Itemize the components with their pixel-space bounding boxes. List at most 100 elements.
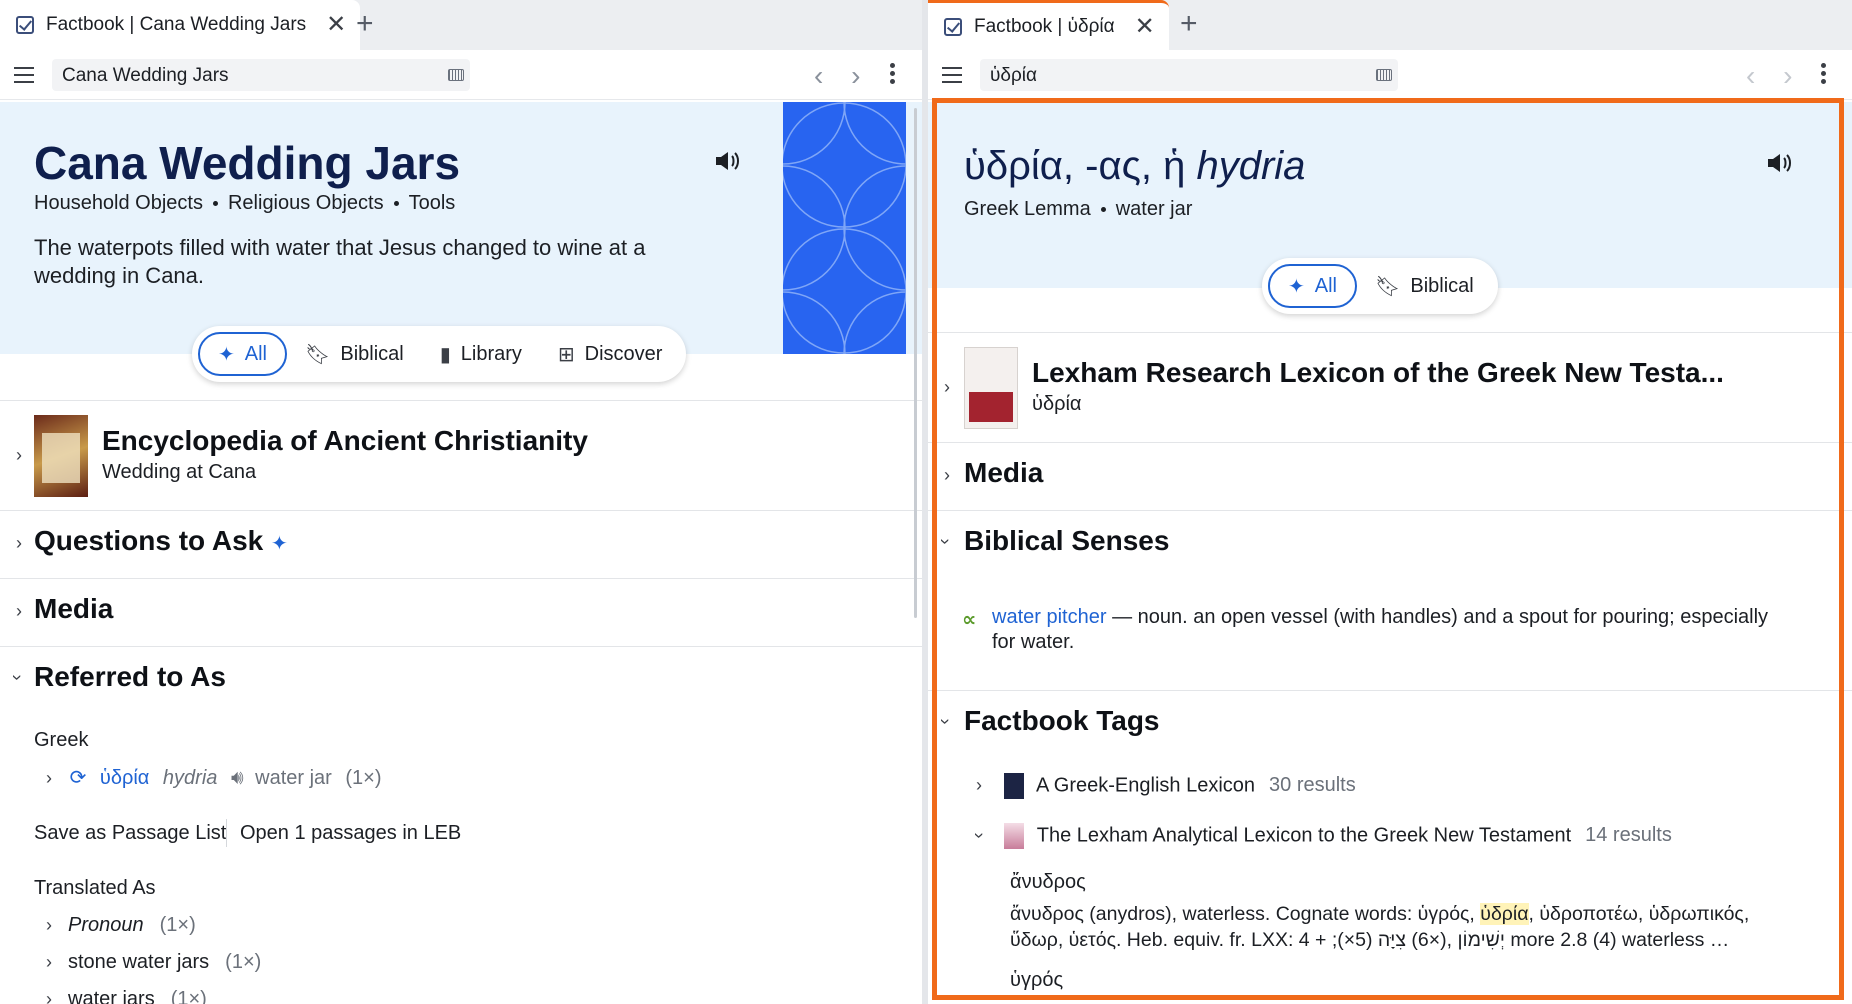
lexicon-section[interactable]: › Lexham Research Lexicon of the Greek N… (928, 332, 1852, 442)
category-row: Household Objects Religious Objects Tools (34, 192, 455, 215)
book-cover-icon (34, 415, 88, 497)
tab-factbook-cana[interactable]: Factbook | Cana Wedding Jars ✕ (0, 0, 361, 50)
encyclopedia-title[interactable]: Encyclopedia of Ancient Christianity (102, 425, 588, 457)
close-icon[interactable]: ✕ (1135, 14, 1155, 39)
category-tools[interactable]: Tools (409, 192, 456, 214)
questions-title: Questions to Ask ✦ (34, 525, 288, 556)
lexicon-title[interactable]: Lexham Research Lexicon of the Greek New… (1032, 357, 1724, 389)
chevron-down-icon[interactable]: › (935, 719, 956, 725)
more-options-icon[interactable] (890, 63, 895, 87)
sense-icon: ∝ (962, 609, 977, 631)
hero-pattern (783, 102, 906, 354)
referred-title: Referred to As (34, 661, 226, 692)
chevron-down-icon[interactable]: › (7, 675, 28, 681)
speaker-icon[interactable] (714, 150, 740, 178)
category-row: Greek Lemma water jar (964, 198, 1192, 221)
media-title: Media (964, 457, 1044, 488)
chevron-down-icon[interactable]: › (969, 833, 990, 839)
menu-icon[interactable] (14, 67, 34, 83)
speaker-icon[interactable] (1766, 152, 1792, 180)
lexicon-link[interactable]: ὑδρία (1032, 393, 1081, 416)
tab-title: Factbook | ὑδρία (974, 15, 1115, 37)
bookmark-icon: 🔖︎ (1375, 275, 1401, 298)
greek-label: Greek (34, 729, 89, 751)
address-text: Cana Wedding Jars (62, 65, 229, 86)
save-passage-list-link[interactable]: Save as Passage List (34, 822, 226, 845)
greek-word[interactable]: ὑδρία (100, 767, 149, 789)
sparkle-icon: ✦ (271, 533, 288, 555)
address-input[interactable]: ὑδρία (980, 59, 1398, 91)
checkbox-icon (16, 16, 34, 34)
back-forward-icon[interactable]: ‹ › (814, 60, 870, 92)
greek-row[interactable]: › ⟳ ὑδρία hydria 🔊︎ water jar (1×) (46, 765, 382, 790)
book-cover-icon (1003, 773, 1024, 799)
tab-title: Factbook | Cana Wedding Jars (46, 14, 307, 35)
tags-title: Factbook Tags (964, 705, 1160, 736)
translated-item[interactable]: › stone water jars (1×) (46, 951, 261, 974)
tags-section: › Factbook Tags › A Greek-English Lexico… (928, 690, 1852, 1004)
chevron-right-icon[interactable]: › (16, 445, 22, 466)
close-icon[interactable]: ✕ (326, 13, 346, 37)
filter-bar: ✦ All 🔖︎ Biblical ▮ Library ⊞ Discover (192, 326, 687, 382)
chevron-right-icon[interactable]: › (16, 533, 22, 554)
translated-label: Translated As (34, 877, 156, 899)
address-input[interactable]: Cana Wedding Jars (52, 59, 470, 91)
encyclopedia-section[interactable]: › Encyclopedia of Ancient Christianity W… (0, 400, 922, 510)
tab-bar: Factbook | Cana Wedding Jars ✕ + (0, 0, 922, 50)
address-text: ὑδρία (990, 65, 1037, 86)
filter-library[interactable]: ▮ Library (422, 332, 540, 376)
category-household[interactable]: Household Objects (34, 192, 203, 214)
filter-biblical[interactable]: 🔖︎ Biblical (287, 332, 422, 376)
category-greek-lemma[interactable]: Greek Lemma (964, 198, 1091, 220)
back-forward-icon[interactable]: ‹ › (1746, 60, 1802, 92)
chevron-right-icon[interactable]: › (46, 989, 52, 1004)
keyboard-icon[interactable] (448, 69, 464, 81)
greek-gloss: water jar (255, 767, 332, 789)
greek-count: (1×) (345, 767, 382, 789)
chevron-right-icon[interactable]: › (46, 952, 52, 972)
chevron-down-icon[interactable]: › (935, 539, 956, 545)
description: The waterpots filled with water that Jes… (34, 235, 646, 288)
chevron-right-icon[interactable]: › (46, 915, 52, 935)
filter-discover[interactable]: ⊞ Discover (540, 332, 681, 376)
referred-section: › Referred to As Greek › ⟳ ὑδρία hydria … (0, 646, 922, 1004)
translated-item[interactable]: › water jars (1×) (46, 988, 207, 1004)
keyboard-icon[interactable] (1376, 69, 1392, 81)
add-tab-icon[interactable]: + (356, 9, 374, 39)
entry-head-link[interactable]: ἄνυδρος (1010, 871, 1086, 894)
media-section[interactable]: › Media (0, 578, 922, 646)
filter-bar: ✦ All 🔖︎ Biblical (1262, 258, 1498, 314)
chevron-right-icon[interactable]: › (16, 601, 22, 622)
page-title: Cana Wedding Jars (34, 137, 461, 189)
menu-icon[interactable] (942, 67, 962, 83)
open-passages-link[interactable]: Open 1 passages in LEB (240, 822, 461, 845)
bookmark-icon: 🔖︎ (305, 343, 331, 366)
questions-section[interactable]: › Questions to Ask ✦ (0, 510, 922, 578)
sense-link[interactable]: water pitcher (992, 606, 1107, 628)
tab-factbook-hydria[interactable]: Factbook | ὑδρία ✕ (928, 0, 1169, 50)
tag-item[interactable]: › A Greek-English Lexicon 30 results (976, 773, 1356, 799)
tab-bar: Factbook | ὑδρία ✕ + (928, 0, 1852, 50)
media-section[interactable]: › Media (928, 442, 1852, 510)
filter-all[interactable]: ✦ All (1268, 264, 1357, 308)
speaker-icon[interactable]: 🔊︎ (231, 767, 244, 789)
encyclopedia-link[interactable]: Wedding at Cana (102, 461, 256, 484)
chevron-right-icon[interactable]: › (46, 768, 52, 788)
sparkle-icon: ✦ (1288, 275, 1305, 298)
checkbox-icon (944, 17, 962, 36)
category-water-jar[interactable]: water jar (1116, 198, 1193, 220)
filter-all[interactable]: ✦ All (198, 332, 287, 376)
left-pane: Factbook | Cana Wedding Jars ✕ + Cana We… (0, 0, 922, 1004)
scrollbar[interactable] (914, 108, 917, 618)
chevron-right-icon[interactable]: › (944, 465, 950, 486)
more-options-icon[interactable] (1821, 63, 1826, 87)
chevron-right-icon[interactable]: › (976, 775, 982, 795)
tag-item[interactable]: › The Lexham Analytical Lexicon to the G… (970, 823, 1672, 849)
filter-biblical[interactable]: 🔖︎ Biblical (1357, 264, 1492, 308)
category-religious[interactable]: Religious Objects (228, 192, 384, 214)
entry-head-link[interactable]: ὑγρός (1010, 969, 1063, 992)
add-tab-icon[interactable]: + (1180, 9, 1198, 39)
discover-icon: ⊞ (557, 343, 575, 366)
translated-item[interactable]: › Pronoun (1×) (46, 914, 196, 937)
chevron-right-icon[interactable]: › (944, 377, 950, 398)
